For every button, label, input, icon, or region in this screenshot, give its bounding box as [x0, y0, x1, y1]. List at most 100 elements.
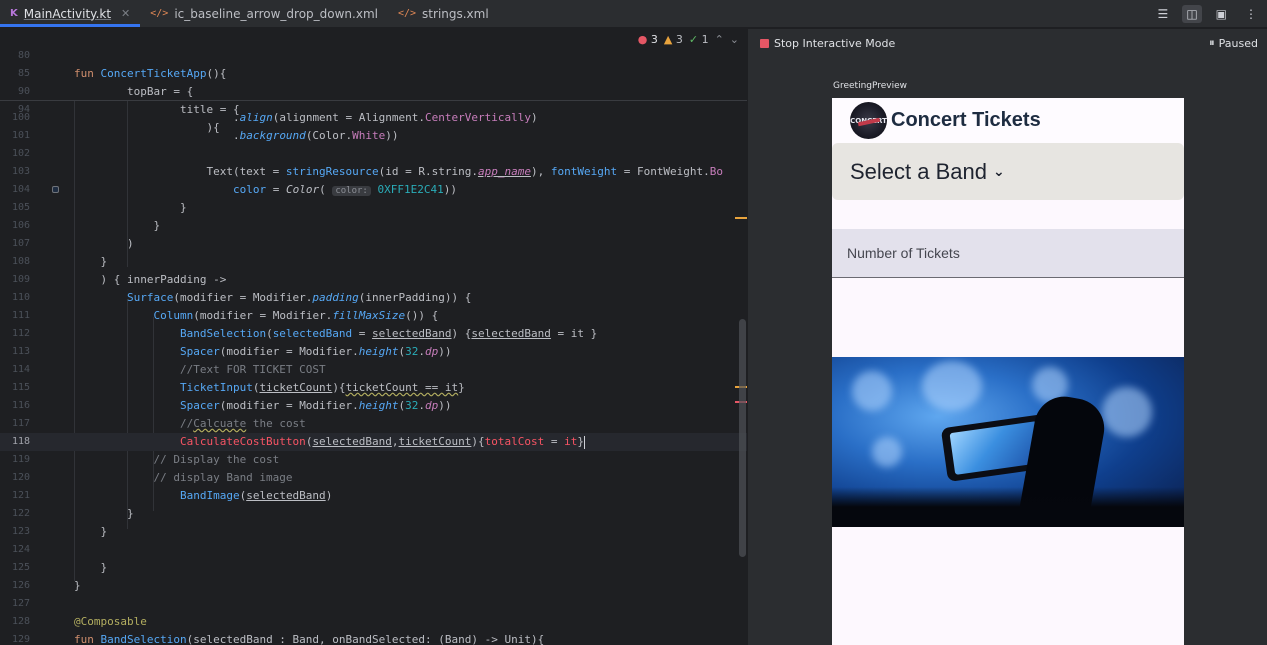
- kotlin-file-icon: K: [10, 8, 18, 19]
- code-line-current: 118 CalculateCostButton(selectedBand,tic…: [0, 433, 747, 451]
- code-text: Spacer(modifier = Modifier.height(32.dp)…: [179, 399, 452, 412]
- preview-icon[interactable]: ▣: [1212, 5, 1231, 23]
- error-count[interactable]: ● 3: [638, 33, 658, 46]
- stop-icon: [760, 38, 769, 48]
- vertical-scrollbar[interactable]: [739, 319, 746, 557]
- code-text: }: [74, 201, 187, 214]
- xml-file-icon: </>: [150, 8, 169, 19]
- line-number: 105: [11, 202, 30, 213]
- code-line: 108 }: [0, 253, 747, 271]
- ok-count[interactable]: ✓ 1: [689, 33, 709, 46]
- code-line: 90 title = {: [0, 65, 747, 116]
- close-icon[interactable]: ✕: [121, 7, 130, 20]
- code-text: }: [74, 507, 134, 520]
- line-number: 108: [11, 256, 30, 267]
- tickets-label: Number of Tickets: [847, 245, 960, 261]
- code-editor[interactable]: ● 3 ▲ 3 ✓ 1 ⌃ ⌄ 80 fun ConcertTicketApp(…: [0, 29, 747, 645]
- tab-mainactivity[interactable]: K MainActivity.kt ✕: [0, 0, 141, 27]
- code-line: 106 }: [0, 217, 747, 235]
- code-line: 120 // display Band image: [0, 469, 747, 487]
- code-line: 110 Surface(modifier = Modifier.padding(…: [0, 289, 747, 307]
- bokeh-light: [872, 437, 902, 467]
- code-line: 94 ){: [0, 83, 747, 134]
- preview-name: GreetingPreview: [833, 81, 908, 91]
- code-text: }: [74, 255, 108, 268]
- code-line: 121 BandImage(selectedBand): [0, 487, 747, 505]
- number-of-tickets-field[interactable]: Number of Tickets: [832, 229, 1184, 278]
- warning-marker[interactable]: [735, 217, 747, 219]
- menu-icon[interactable]: ☰: [1154, 5, 1173, 23]
- code-text: Surface(modifier = Modifier.padding(inne…: [126, 291, 472, 304]
- code-text: color = Color( color: 0XFF1E2C41)): [232, 183, 457, 196]
- code-line: 105 }: [0, 199, 747, 217]
- code-line: 117 //Calcuate the cost: [0, 415, 747, 433]
- code-text: fun BandSelection(selectedBand : Band, o…: [74, 633, 545, 645]
- line-number: 114: [11, 364, 30, 375]
- line-number: 119: [11, 454, 30, 465]
- view-mode-toolbar: ☰ ◫ ▣ ⋮: [1154, 0, 1261, 28]
- code-text: // display Band image: [74, 471, 293, 484]
- tab-label: MainActivity.kt: [23, 6, 112, 21]
- tab-label: strings.xml: [422, 6, 489, 21]
- line-number: 113: [11, 346, 30, 357]
- pause-icon: ⏸: [1209, 36, 1215, 49]
- code-line: 112 BandSelection(selectedBand = selecte…: [0, 325, 747, 343]
- code-line: 102: [0, 145, 747, 163]
- line-number: 117: [11, 418, 30, 429]
- device-preview[interactable]: CONCERT Concert Tickets Select a Band ⌄ …: [832, 98, 1184, 645]
- warning-count[interactable]: ▲ 3: [664, 33, 683, 46]
- stop-interactive-mode-button[interactable]: Stop Interactive Mode: [760, 37, 895, 50]
- app-title: Concert Tickets: [891, 109, 1041, 131]
- tab-strings[interactable]: </> strings.xml: [388, 0, 499, 27]
- line-number: 103: [11, 166, 30, 177]
- line-number: 124: [11, 544, 30, 555]
- code-line: 122 }: [0, 505, 747, 523]
- code-text: CalculateCostButton(selectedBand,ticketC…: [179, 435, 586, 449]
- tab-ic-baseline-arrow-drop-down[interactable]: </> ic_baseline_arrow_drop_down.xml: [140, 0, 388, 27]
- line-number: 125: [11, 562, 30, 573]
- sticky-scroll-header: 80 fun ConcertTicketApp(){ 85 topBar = {…: [0, 29, 747, 134]
- xml-file-icon: </>: [397, 8, 417, 19]
- code-line: 103 Text(text = stringResource(id = R.st…: [0, 163, 747, 181]
- code-line: 126}: [0, 577, 747, 595]
- check-icon: ✓: [688, 33, 699, 46]
- split-view-icon[interactable]: ◫: [1182, 5, 1202, 23]
- code-text: // Display the cost: [74, 453, 280, 466]
- line-number: 106: [11, 220, 30, 231]
- code-line: 109 ) { innerPadding ->: [0, 271, 747, 289]
- code-line: 111 Column(modifier = Modifier.fillMaxSi…: [0, 307, 747, 325]
- line-number: 129: [11, 634, 30, 645]
- chevron-up-icon[interactable]: ⌃: [715, 33, 724, 46]
- bokeh-light: [1102, 387, 1152, 437]
- line-number: 94: [17, 104, 30, 115]
- line-number: 126: [11, 580, 30, 591]
- code-text: ) { innerPadding ->: [74, 273, 227, 286]
- code-line: 104 color = Color( color: 0XFF1E2C41)): [0, 181, 747, 199]
- code-text: Spacer(modifier = Modifier.height(32.dp)…: [179, 345, 452, 358]
- text-caret: [584, 435, 586, 449]
- code-line: 128 @Composable: [0, 613, 747, 631]
- line-number: 127: [11, 598, 30, 609]
- paused-indicator[interactable]: ⏸ Paused: [1209, 36, 1258, 50]
- more-icon[interactable]: ⋮: [1241, 5, 1261, 23]
- tab-label: ic_baseline_arrow_drop_down.xml: [174, 6, 378, 21]
- code-line: 80 fun ConcertTicketApp(){: [0, 29, 747, 80]
- code-text: @Composable: [74, 615, 147, 628]
- line-number: 116: [11, 400, 30, 411]
- line-number: 112: [11, 328, 30, 339]
- code-text: //Text FOR TICKET COST: [74, 363, 326, 376]
- bokeh-light: [922, 361, 982, 411]
- chevron-down-icon[interactable]: ⌄: [730, 33, 739, 46]
- color-swatch-icon[interactable]: [52, 186, 59, 193]
- code-text: }: [74, 219, 161, 232]
- code-line: 114 //Text FOR TICKET COST: [0, 361, 747, 379]
- inspection-widget[interactable]: ● 3 ▲ 3 ✓ 1 ⌃ ⌄: [637, 33, 739, 46]
- band-select-dropdown[interactable]: Select a Band ⌄: [832, 143, 1184, 200]
- code-text: Column(modifier = Modifier.fillMaxSize()…: [153, 309, 439, 322]
- code-text: }: [74, 525, 108, 538]
- compose-preview-panel: Stop Interactive Mode ⏸ Paused GreetingP…: [747, 29, 1267, 645]
- line-number: 111: [11, 310, 30, 321]
- paused-label: Paused: [1218, 36, 1258, 50]
- band-select-label: Select a Band: [850, 158, 987, 184]
- code-line: 115 TicketInput(ticketCount){ticketCount…: [0, 379, 747, 397]
